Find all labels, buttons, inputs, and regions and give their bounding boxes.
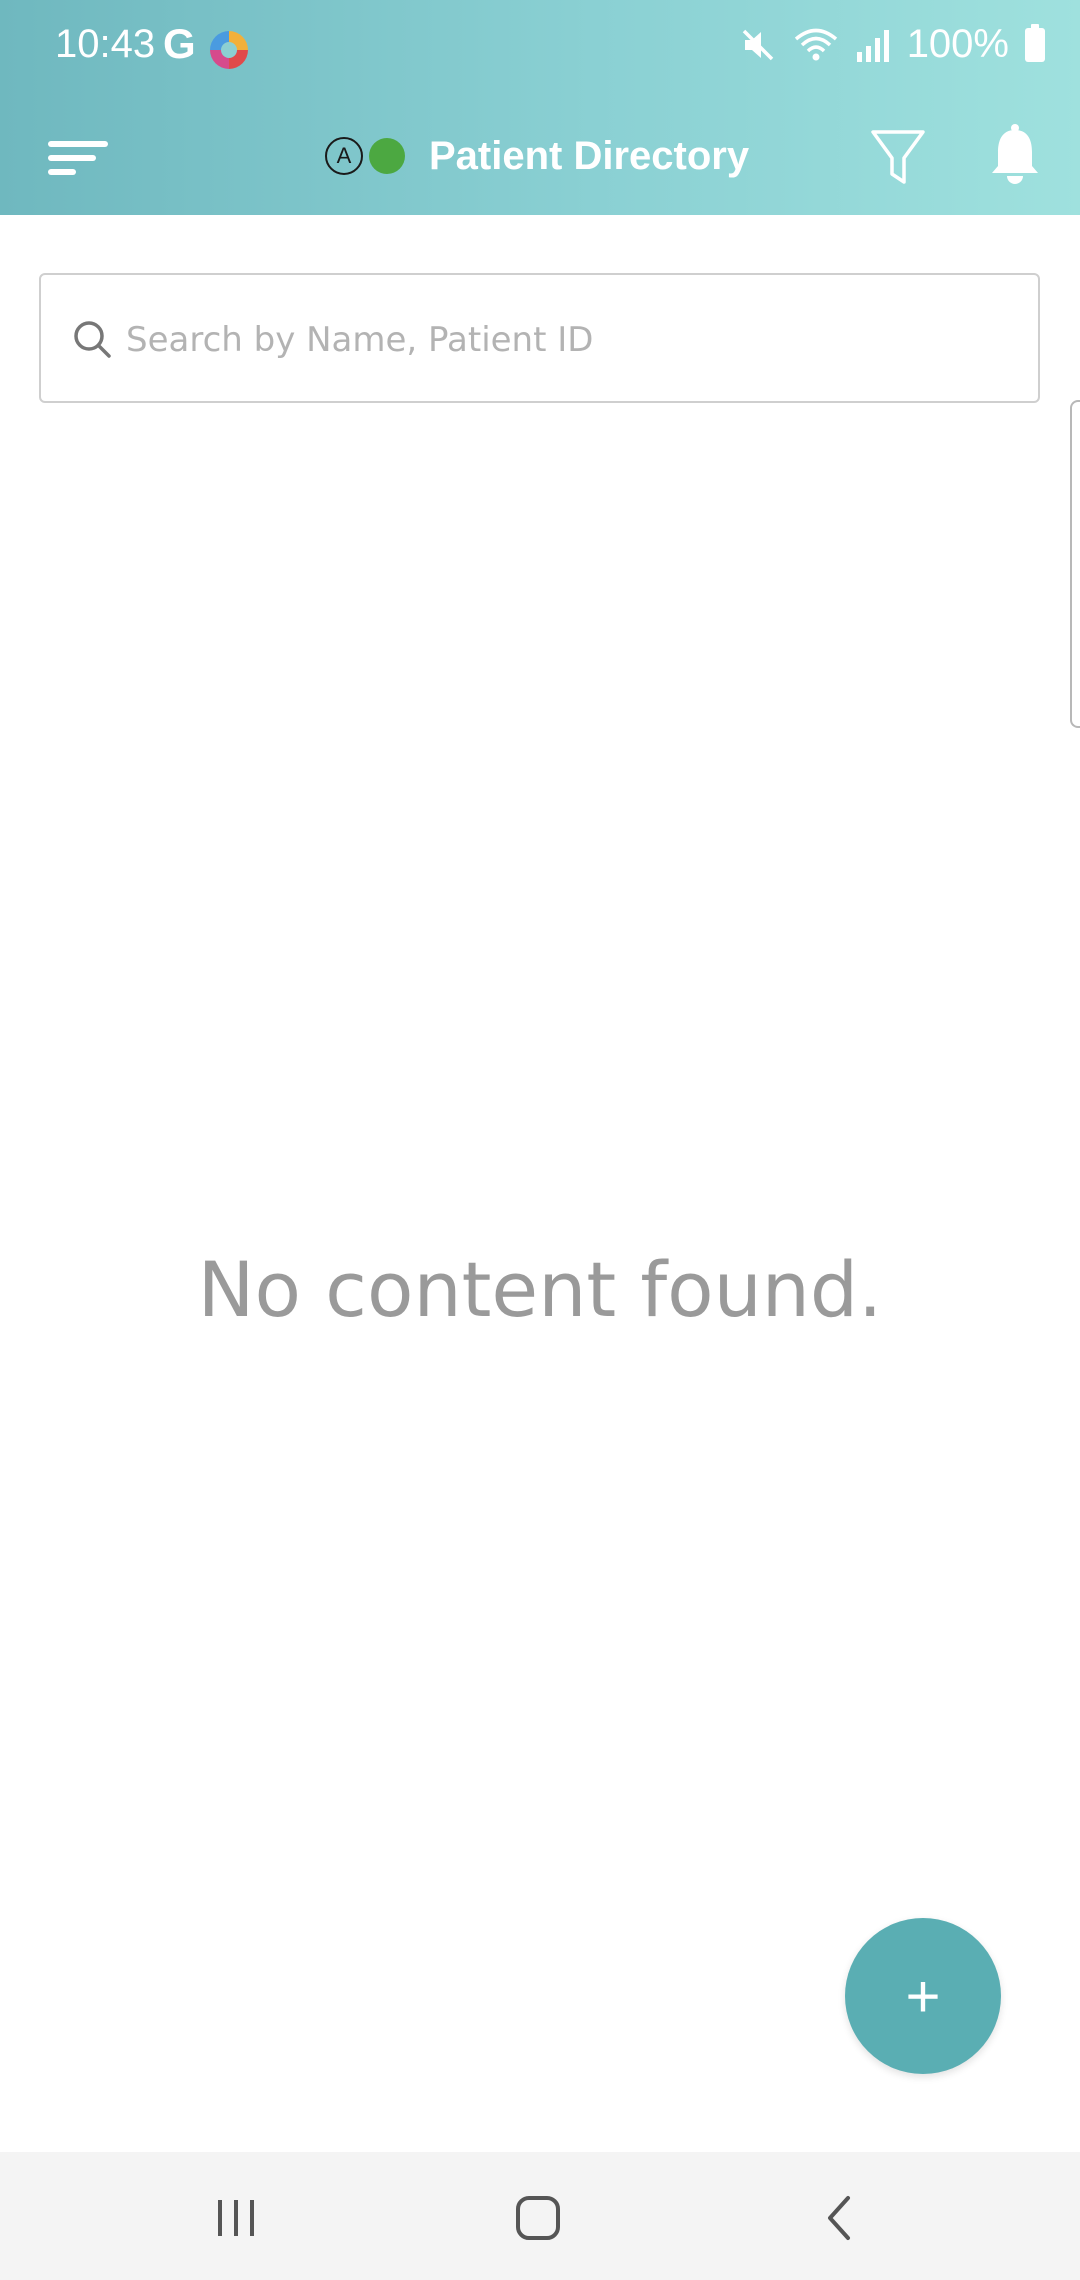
home-icon[interactable]	[498, 2178, 578, 2258]
side-drawer-handle[interactable]	[1070, 400, 1080, 728]
page-title: Patient Directory	[429, 133, 750, 178]
filter-icon[interactable]	[868, 118, 928, 192]
back-icon[interactable]	[800, 2178, 880, 2258]
status-right-group: 100%	[739, 22, 1045, 67]
signal-icon	[856, 29, 889, 62]
status-time: 10:43	[55, 22, 156, 66]
title-group: A Patient Directory	[325, 128, 749, 184]
colorful-app-icon	[210, 31, 248, 69]
empty-state-message: No content found.	[197, 1245, 883, 1334]
online-status-dot	[369, 138, 405, 174]
app-bar: A Patient Directory	[0, 100, 1080, 215]
search-icon	[74, 321, 111, 358]
google-icon: G	[163, 20, 196, 67]
recent-apps-icon[interactable]	[196, 2178, 276, 2258]
status-bar: 10:43 G 100%	[0, 0, 1080, 100]
mute-icon	[742, 29, 773, 60]
search-box[interactable]	[39, 273, 1040, 403]
search-input[interactable]	[126, 305, 1006, 375]
menu-icon[interactable]	[40, 125, 115, 185]
add-patient-button[interactable]: +	[845, 1918, 1001, 2074]
bell-icon[interactable]	[985, 116, 1045, 190]
wifi-icon	[794, 28, 837, 60]
system-nav-bar	[0, 2152, 1080, 2280]
mode-badge: A	[325, 137, 363, 175]
top-bar: 10:43 G 100% A Patient Directory	[0, 0, 1080, 215]
battery-icon	[1025, 23, 1045, 62]
battery-percent: 100%	[906, 22, 1009, 66]
